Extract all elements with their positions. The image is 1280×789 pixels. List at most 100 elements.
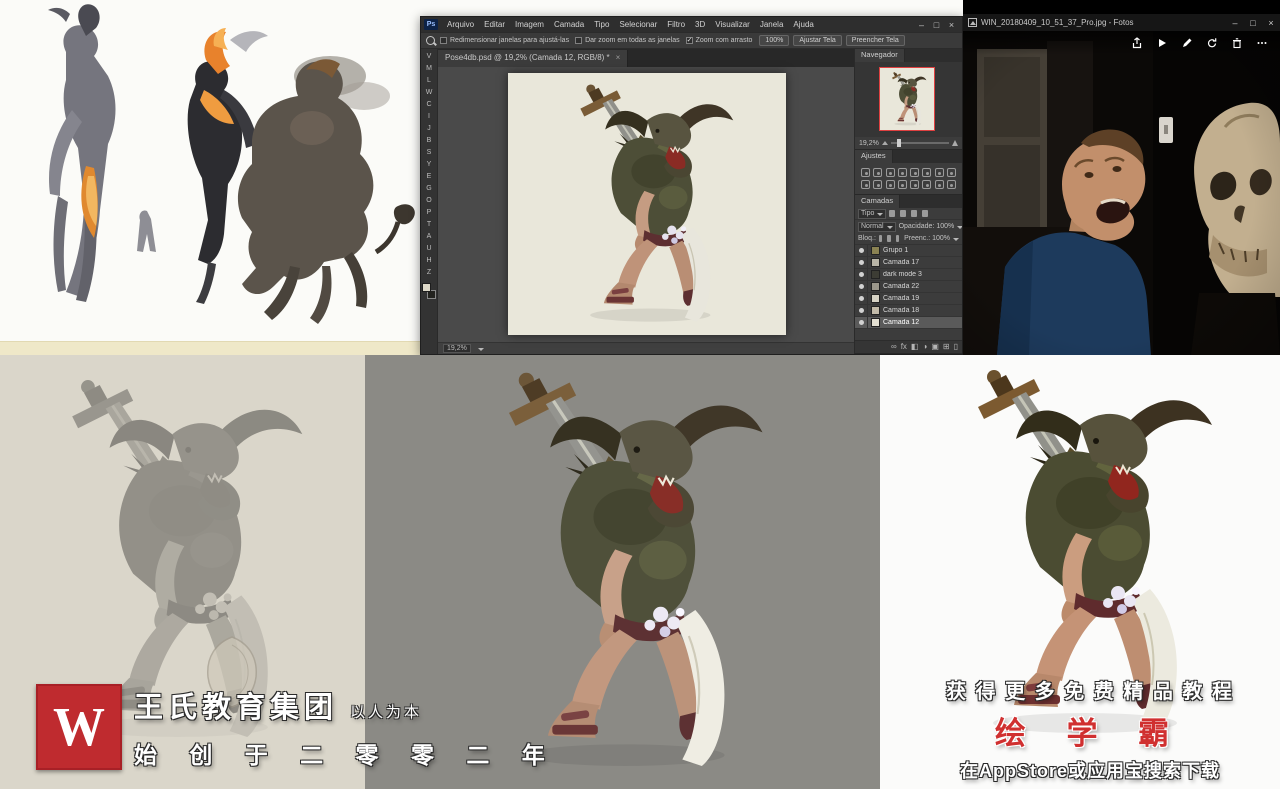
gradient-tool[interactable]: G [422,183,437,195]
tab-adjustments[interactable]: Ajustes [855,150,893,163]
new-group-icon[interactable]: ▣ [931,341,939,353]
document-tab[interactable]: Pose4db.psd @ 19,2% (Camada 12, RGB/8) *… [438,50,629,67]
healing-brush-tool[interactable]: J [422,123,437,135]
menu-item[interactable]: Visualizar [710,20,755,29]
foreground-color-swatch[interactable] [422,283,431,292]
visibility-toggle[interactable] [855,317,868,328]
brightness-contrast-icon[interactable] [861,168,870,177]
menu-item[interactable]: Arquivo [442,20,479,29]
vibrance-icon[interactable] [910,168,919,177]
layer-thumbnail[interactable] [871,318,880,327]
marquee-tool[interactable]: M [422,63,437,75]
layer-thumbnail[interactable] [871,282,880,291]
filter-type-icon[interactable] [911,210,918,217]
gradient-map-icon[interactable] [946,180,956,189]
channel-mixer-icon[interactable] [873,180,883,189]
fill-control[interactable]: Preenc.: 100% [904,235,960,242]
slider-thumb[interactable] [896,139,901,147]
link-layers-icon[interactable]: ∞ [891,341,897,353]
visibility-toggle[interactable] [855,257,868,268]
options-button[interactable]: Ajustar Tela [793,35,842,46]
levels-icon[interactable] [873,168,883,177]
filter-pixel-icon[interactable] [889,210,896,217]
layer-thumbnail[interactable] [871,270,880,279]
layer-thumbnail[interactable] [871,294,880,303]
tab-layers[interactable]: Camadas [855,195,901,208]
opacity-control[interactable]: Opacidade: 100% [899,223,962,230]
dodge-tool[interactable]: O [422,195,437,207]
delete-layer-icon[interactable]: ▯ [954,341,958,353]
layer-row[interactable]: Camada 18 [855,305,962,317]
zoom-in-icon[interactable] [952,140,958,146]
navigator-zoom-value[interactable]: 19,2% [859,140,879,147]
menu-item[interactable]: 3D [690,20,710,29]
selective-color-icon[interactable] [934,180,944,189]
adjustment-layer-icon[interactable]: ◑ [922,341,927,353]
tab-navigator[interactable]: Navegador [855,49,905,62]
history-brush-tool[interactable]: Y [422,159,437,171]
lock-position-icon[interactable] [887,235,891,242]
layer-row[interactable]: Camada 12 [855,317,962,329]
move-tool[interactable]: V [422,51,437,63]
brush-tool[interactable]: B [422,135,437,147]
exposure-icon[interactable] [897,168,907,177]
hue-saturation-icon[interactable] [922,168,932,177]
visibility-toggle[interactable] [855,269,868,280]
document-canvas[interactable] [508,73,786,335]
crop-tool[interactable]: C [422,99,437,111]
color-lookup-icon[interactable] [885,180,895,189]
layer-thumbnail[interactable] [871,246,880,255]
share-icon[interactable] [1131,37,1143,49]
menu-item[interactable]: Camada [549,20,589,29]
eyedropper-tool[interactable]: I [422,111,437,123]
pen-tool[interactable]: P [422,207,437,219]
layer-thumbnail[interactable] [871,258,880,267]
delete-icon[interactable] [1231,37,1243,49]
layer-row[interactable]: dark mode 3 [855,269,962,281]
minimize-button[interactable]: – [914,18,929,32]
lock-transparency-icon[interactable] [878,235,883,242]
options-button[interactable]: 100% [759,35,790,46]
hand-tool[interactable]: H [422,255,437,267]
visibility-toggle[interactable] [855,245,868,256]
posterize-icon[interactable] [910,180,919,189]
visibility-toggle[interactable] [855,281,868,292]
shape-tool[interactable]: U [422,243,437,255]
layer-filter-select[interactable]: Tipo [858,208,887,219]
options-checkbox[interactable]: Redimensionar janelas para ajustá-las [440,37,569,44]
layer-row[interactable]: Camada 19 [855,293,962,305]
menu-item[interactable]: Tipo [589,20,614,29]
photoshop-app-icon[interactable]: Ps [424,19,438,30]
navigator-zoom-slider[interactable] [890,139,949,147]
options-checkbox[interactable]: Dar zoom em todas as janelas [575,37,680,44]
minimize-button[interactable]: – [1226,16,1244,30]
curves-icon[interactable] [885,168,895,177]
clone-stamp-tool[interactable]: S [422,147,437,159]
edit-icon[interactable] [1181,37,1193,49]
menu-item[interactable]: Selecionar [614,20,662,29]
layer-mask-icon[interactable]: ◧ [911,341,919,353]
menu-item[interactable]: Filtro [662,20,690,29]
close-button[interactable]: × [1262,16,1280,30]
checkbox-box[interactable] [440,37,447,44]
visibility-toggle[interactable] [855,305,868,316]
see-more-icon[interactable] [1256,37,1268,49]
layer-row[interactable]: Grupo 1 [855,245,962,257]
invert-icon[interactable] [897,180,907,189]
options-checkbox[interactable]: Zoom com arrasto [685,36,752,44]
zoom-level[interactable]: 19,2% [443,344,471,353]
black-and-white-icon[interactable] [946,168,956,177]
menu-item[interactable]: Editar [479,20,510,29]
visibility-toggle[interactable] [855,293,868,304]
photo-filter-icon[interactable] [861,180,870,189]
blend-mode-select[interactable]: Normal [858,221,896,232]
threshold-icon[interactable] [922,180,932,189]
eraser-tool[interactable]: E [422,171,437,183]
close-button[interactable]: × [944,18,959,32]
zoom-tool[interactable]: Z [422,267,437,279]
slideshow-icon[interactable] [1156,37,1168,49]
layer-style-icon[interactable]: fx [901,341,907,353]
lock-all-icon[interactable] [895,235,900,242]
new-layer-icon[interactable]: ⊞ [943,341,950,353]
layer-row[interactable]: Camada 22 [855,281,962,293]
